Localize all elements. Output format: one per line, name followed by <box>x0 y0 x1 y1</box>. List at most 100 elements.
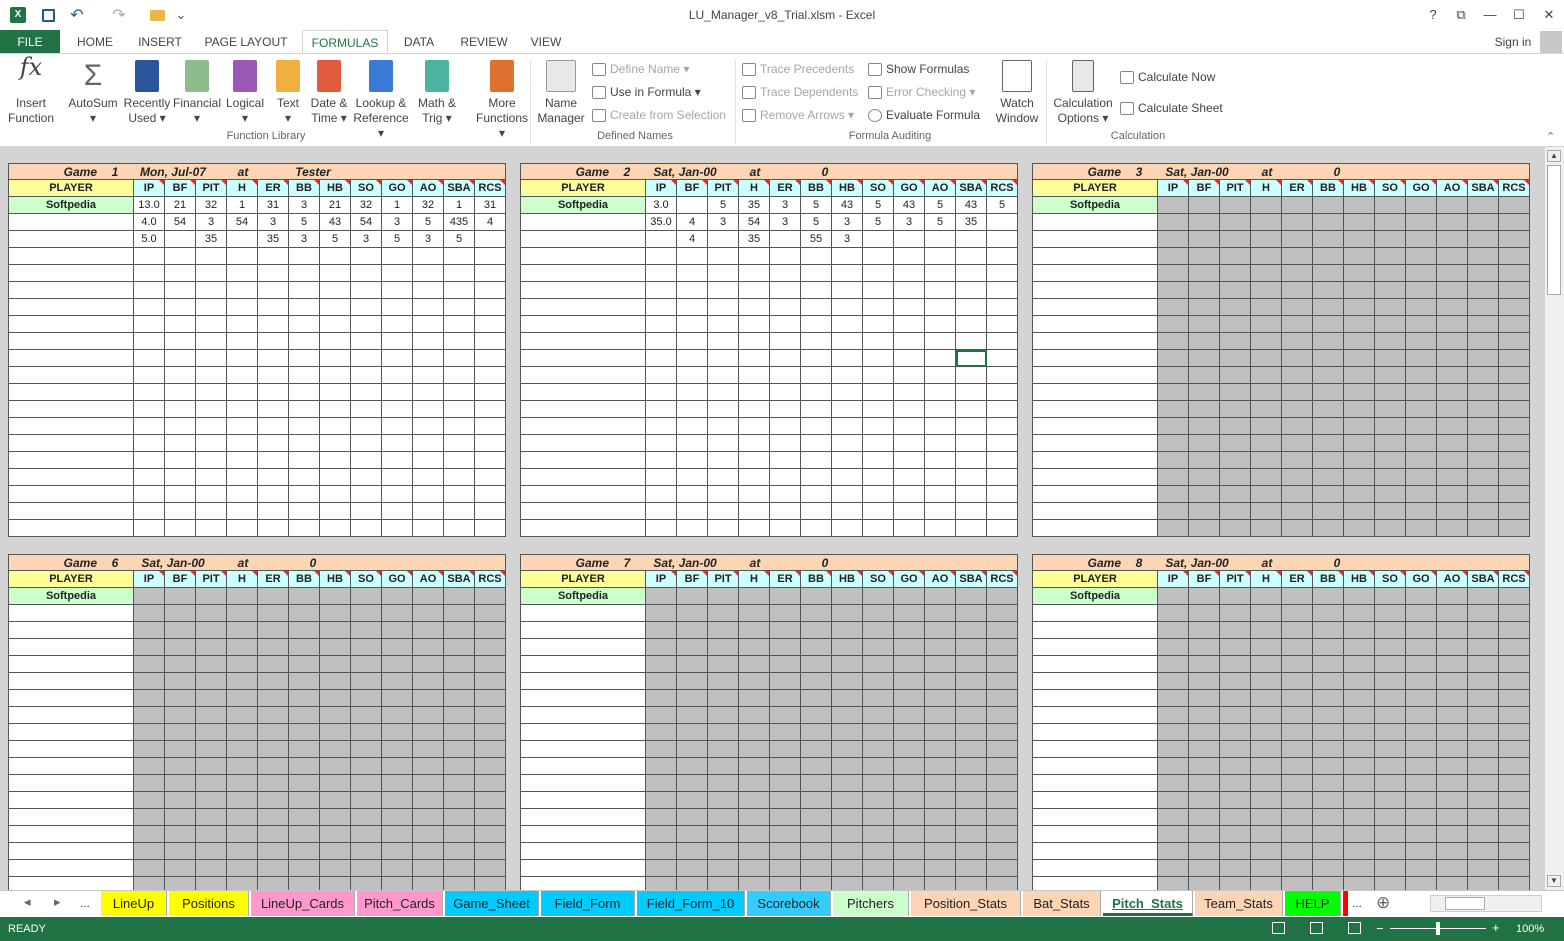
cell[interactable] <box>1251 333 1282 350</box>
cell[interactable] <box>382 316 413 333</box>
zoom-level[interactable]: 100% <box>1516 923 1544 935</box>
cell[interactable] <box>1468 316 1499 333</box>
cell[interactable] <box>987 282 1018 299</box>
cell[interactable] <box>165 860 196 877</box>
column-header[interactable]: BF <box>165 571 196 588</box>
column-header[interactable]: PLAYER <box>8 180 134 197</box>
column-header[interactable]: PIT <box>708 180 739 197</box>
cell[interactable] <box>1437 588 1468 605</box>
cell[interactable] <box>475 673 506 690</box>
normal-view-icon[interactable] <box>1272 922 1285 934</box>
cell[interactable] <box>1499 724 1530 741</box>
cell[interactable] <box>1251 826 1282 843</box>
cell[interactable] <box>1158 282 1189 299</box>
cell[interactable] <box>925 452 956 469</box>
cell[interactable] <box>196 707 227 724</box>
cell[interactable] <box>413 792 444 809</box>
cell[interactable] <box>646 707 677 724</box>
cell[interactable] <box>1406 418 1437 435</box>
cell[interactable] <box>1499 826 1530 843</box>
cell[interactable] <box>413 299 444 316</box>
cell[interactable] <box>1437 741 1468 758</box>
cell[interactable] <box>739 673 770 690</box>
cell[interactable] <box>1499 588 1530 605</box>
cell[interactable] <box>987 316 1018 333</box>
calculate-sheet-button[interactable]: Calculate Sheet <box>1120 99 1223 117</box>
cell[interactable] <box>832 282 863 299</box>
cell[interactable] <box>475 299 506 316</box>
cell[interactable] <box>677 843 708 860</box>
cell[interactable] <box>227 792 258 809</box>
cell[interactable] <box>1437 316 1468 333</box>
cell[interactable] <box>227 741 258 758</box>
cell[interactable] <box>832 741 863 758</box>
cell[interactable] <box>196 384 227 401</box>
cell[interactable] <box>1468 231 1499 248</box>
cell[interactable] <box>8 282 134 299</box>
cell[interactable] <box>1499 503 1530 520</box>
cell[interactable] <box>444 724 475 741</box>
cell[interactable] <box>289 605 320 622</box>
cell[interactable] <box>863 265 894 282</box>
cell[interactable] <box>413 265 444 282</box>
cell[interactable] <box>894 401 925 418</box>
column-header[interactable]: RCS <box>987 571 1018 588</box>
cell[interactable]: 5 <box>863 214 894 231</box>
cell[interactable] <box>1282 741 1313 758</box>
cell[interactable] <box>1468 843 1499 860</box>
cell[interactable] <box>708 452 739 469</box>
cell[interactable] <box>894 367 925 384</box>
cell[interactable] <box>894 707 925 724</box>
cell[interactable] <box>8 792 134 809</box>
cell[interactable] <box>677 503 708 520</box>
cell[interactable] <box>1344 418 1375 435</box>
cell[interactable] <box>739 401 770 418</box>
cell[interactable] <box>1282 758 1313 775</box>
cell[interactable] <box>677 622 708 639</box>
cell[interactable] <box>925 333 956 350</box>
cell[interactable]: 5 <box>289 214 320 231</box>
cell[interactable] <box>8 673 134 690</box>
column-header[interactable]: H <box>1251 180 1282 197</box>
cell[interactable] <box>1313 826 1344 843</box>
cell[interactable] <box>1251 792 1282 809</box>
cell[interactable] <box>1251 588 1282 605</box>
column-header[interactable]: PLAYER <box>1032 180 1158 197</box>
column-header[interactable]: IP <box>134 571 165 588</box>
cell[interactable] <box>925 265 956 282</box>
cell[interactable] <box>708 656 739 673</box>
cell[interactable] <box>1032 775 1158 792</box>
cell[interactable]: 31 <box>258 197 289 214</box>
column-header[interactable]: H <box>739 571 770 588</box>
cell[interactable] <box>165 588 196 605</box>
column-header[interactable]: PIT <box>708 571 739 588</box>
cell[interactable] <box>770 367 801 384</box>
cell[interactable] <box>956 639 987 656</box>
cell[interactable] <box>320 673 351 690</box>
cell[interactable] <box>770 707 801 724</box>
cell[interactable] <box>1158 792 1189 809</box>
cell[interactable] <box>1251 503 1282 520</box>
cell[interactable] <box>801 860 832 877</box>
cell[interactable]: 13.0 <box>134 197 165 214</box>
cell[interactable] <box>801 656 832 673</box>
cell[interactable] <box>1468 605 1499 622</box>
cell[interactable] <box>227 707 258 724</box>
cell[interactable]: 35 <box>258 231 289 248</box>
cell[interactable] <box>1158 469 1189 486</box>
function-button-6[interactable]: Date & Time ▾ <box>308 60 350 126</box>
cell[interactable] <box>227 656 258 673</box>
cell[interactable] <box>475 707 506 724</box>
cell[interactable] <box>1406 622 1437 639</box>
column-header[interactable]: BB <box>1313 571 1344 588</box>
column-header[interactable]: IP <box>646 571 677 588</box>
show-formulas-button[interactable]: Show Formulas <box>868 60 969 78</box>
cell[interactable] <box>320 452 351 469</box>
cell[interactable] <box>196 265 227 282</box>
cell[interactable] <box>351 724 382 741</box>
cell[interactable] <box>227 435 258 452</box>
cell[interactable] <box>258 860 289 877</box>
cell[interactable] <box>320 860 351 877</box>
cell[interactable] <box>987 792 1018 809</box>
cell[interactable] <box>925 690 956 707</box>
